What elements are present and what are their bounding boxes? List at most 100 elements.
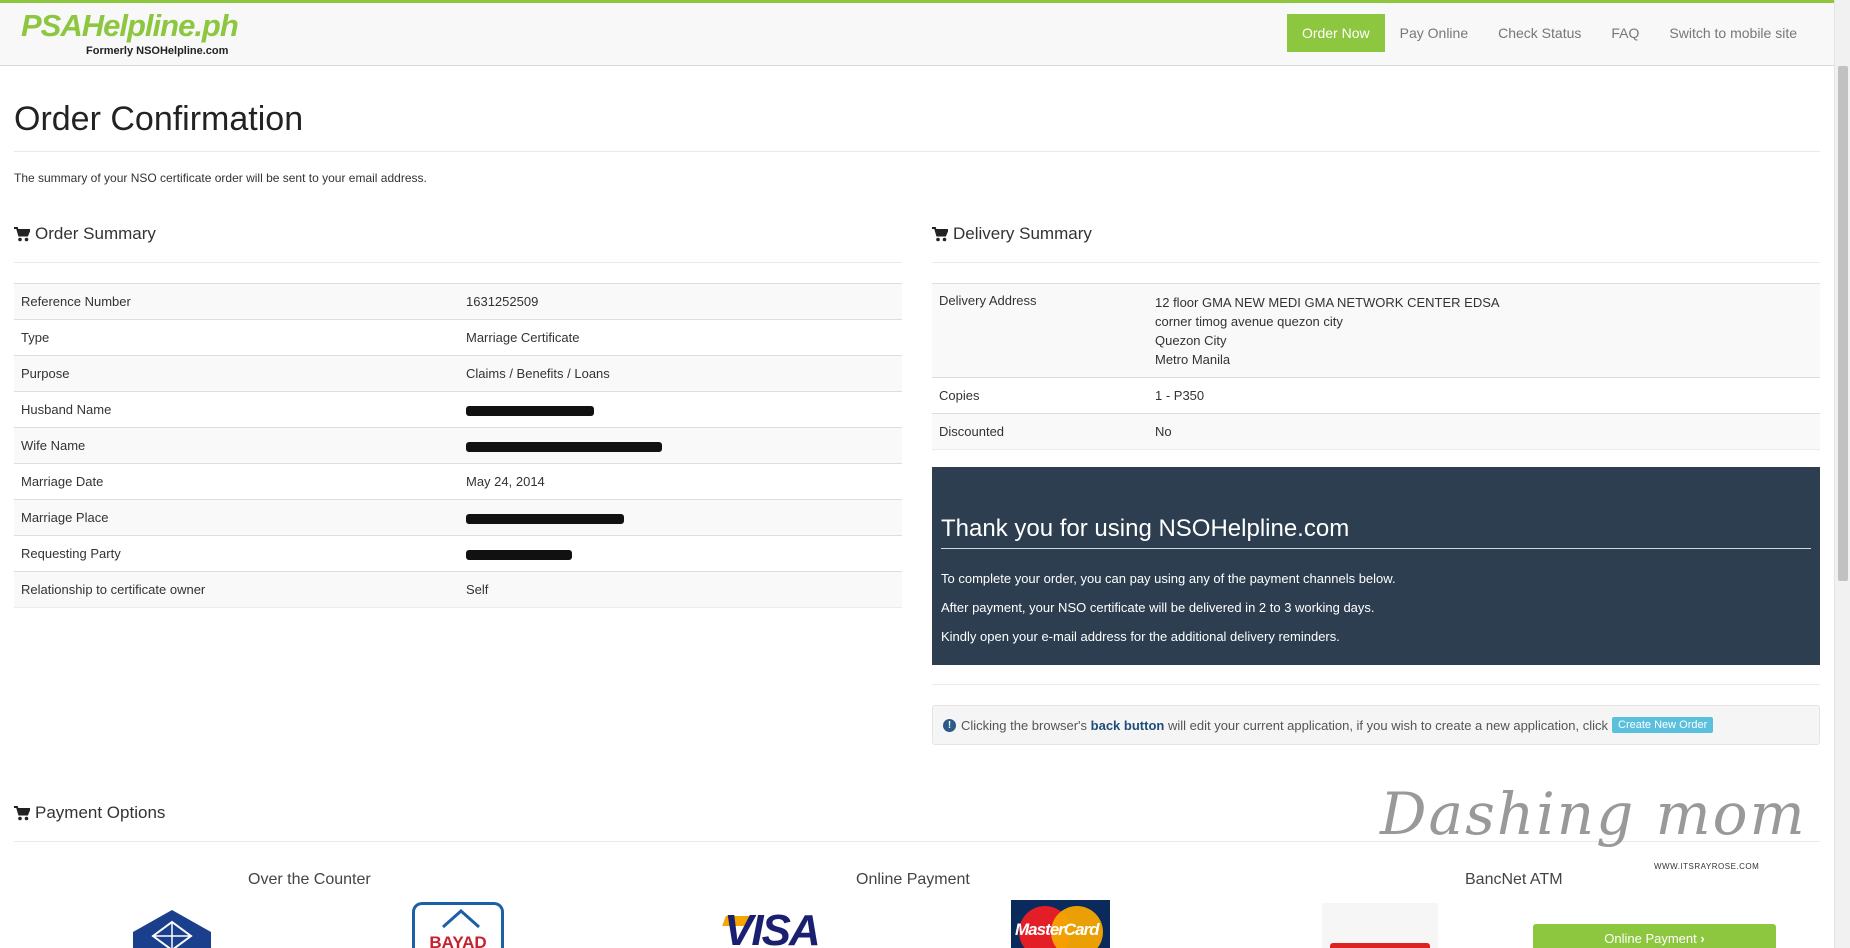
diamond-logo-icon[interactable] (133, 910, 211, 948)
online-payment-label: Online Payment (856, 871, 970, 888)
row-label: Type (14, 319, 459, 356)
top-navbar: PSAHelpline.ph Formerly NSOHelpline.com … (0, 0, 1834, 66)
redaction-bar (466, 513, 624, 524)
cart-icon (932, 226, 948, 241)
back-button-notice: ! Clicking the browser's back button wil… (932, 705, 1820, 745)
page-title: Order Confirmation (14, 100, 304, 138)
order-summary-table: Reference Number 1631252509 Type Marriag… (14, 283, 902, 608)
nav-faq[interactable]: FAQ (1596, 14, 1654, 52)
nav-switch-mobile[interactable]: Switch to mobile site (1654, 14, 1812, 52)
page-scrollbar[interactable] (1834, 0, 1850, 948)
over-the-counter-label: Over the Counter (248, 871, 371, 888)
row-label: Wife Name (14, 427, 459, 464)
row-label: Discounted (932, 413, 1148, 450)
cart-icon (14, 805, 30, 820)
redaction-bar (466, 405, 594, 416)
thank-you-panel: Thank you for using NSOHelpline.com To c… (932, 467, 1820, 665)
delivery-address: 12 floor GMA NEW MEDI GMA NETWORK CENTER… (1148, 283, 1820, 378)
create-new-order-button[interactable]: Create New Order (1612, 717, 1714, 733)
thank-you-divider (941, 548, 1811, 549)
nav-pay-online[interactable]: Pay Online (1385, 14, 1483, 52)
table-row: Marriage Place (14, 499, 902, 536)
payment-options-heading: Payment Options (14, 803, 165, 823)
row-value (459, 391, 902, 428)
intro-text: The summary of your NSO certificate orde… (14, 171, 427, 185)
notice-prefix: Clicking the browser's (961, 717, 1088, 733)
visa-logo[interactable]: VISA (724, 906, 821, 948)
row-value: Marriage Certificate (459, 319, 902, 356)
row-label: Marriage Place (14, 499, 459, 536)
delivery-summary-title: Delivery Summary (953, 224, 1092, 243)
address-line: Quezon City (1155, 333, 1227, 348)
table-row: Reference Number 1631252509 (14, 283, 902, 320)
payment-options-title: Payment Options (35, 803, 166, 822)
table-row: Copies 1 - P350 (932, 377, 1820, 414)
table-row: Purpose Claims / Benefits / Loans (14, 355, 902, 392)
notice-bold: back button (1090, 717, 1165, 733)
site-logo[interactable]: PSAHelpline.ph Formerly NSOHelpline.com (21, 9, 239, 58)
table-row: Relationship to certificate owner Self (14, 571, 902, 608)
order-summary-divider (14, 262, 902, 263)
scrollbar-thumb[interactable] (1838, 66, 1848, 581)
bancnet-logo[interactable] (1322, 903, 1438, 948)
online-payment-button-label: Online Payment (1604, 931, 1697, 946)
table-row: Requesting Party (14, 535, 902, 572)
mastercard-label: MasterCard (1015, 920, 1100, 939)
house-icon (442, 909, 480, 929)
logo-subtext: Formerly NSOHelpline.com (86, 45, 229, 57)
row-label: Relationship to certificate owner (14, 571, 459, 608)
redaction-bar (466, 441, 662, 452)
row-label: Reference Number (14, 283, 459, 320)
row-label: Purpose (14, 355, 459, 392)
row-label: Husband Name (14, 391, 459, 428)
row-value: 1631252509 (459, 283, 902, 320)
row-value: 1 - P350 (1148, 377, 1820, 414)
row-label: Marriage Date (14, 463, 459, 500)
address-line: Metro Manila (1155, 352, 1231, 367)
nav-check-status[interactable]: Check Status (1483, 14, 1596, 52)
watermark-text: Dashing mom (1380, 780, 1807, 848)
bancnet-red-mark (1330, 943, 1430, 948)
order-summary-title: Order Summary (35, 224, 156, 243)
title-divider (14, 151, 1820, 152)
row-value (459, 427, 902, 464)
redaction-bar (466, 549, 572, 560)
order-summary-heading: Order Summary (14, 224, 156, 244)
table-row: Wife Name (14, 427, 902, 464)
row-value: No (1148, 413, 1820, 450)
online-payment-button[interactable]: Online Payment › (1533, 924, 1776, 948)
row-value: Self (459, 571, 902, 608)
address-line: 12 floor GMA NEW MEDI GMA NETWORK CENTER… (1155, 295, 1500, 310)
mastercard-logo[interactable]: MasterCard (1011, 900, 1110, 948)
table-row: Marriage Date May 24, 2014 (14, 463, 902, 500)
table-row: Discounted No (932, 413, 1820, 450)
address-line: corner timog avenue quezon city (1155, 314, 1343, 329)
notice-suffix: will edit your current application, if y… (1167, 717, 1608, 733)
bancnet-atm-label: BancNet ATM (1465, 871, 1563, 888)
main-nav: Order Now Pay Online Check Status FAQ Sw… (1286, 14, 1812, 52)
row-label: Copies (932, 377, 1148, 414)
bayad-center-logo[interactable]: BAYAD (412, 902, 504, 948)
table-row: Husband Name (14, 391, 902, 428)
thank-you-line: After payment, your NSO certificate will… (941, 600, 1375, 615)
bayad-label: BAYAD (429, 933, 487, 948)
table-row: Type Marriage Certificate (14, 319, 902, 356)
chevron-right-icon: › (1700, 931, 1705, 946)
thank-you-line: To complete your order, you can pay usin… (941, 571, 1396, 586)
table-row: Delivery Address 12 floor GMA NEW MEDI G… (932, 283, 1820, 378)
section-divider (932, 684, 1820, 685)
row-value: May 24, 2014 (459, 463, 902, 500)
delivery-summary-heading: Delivery Summary (932, 224, 1092, 244)
thank-you-line: Kindly open your e-mail address for the … (941, 629, 1340, 644)
row-label: Requesting Party (14, 535, 459, 572)
row-value (459, 499, 902, 536)
row-value (459, 535, 902, 572)
row-label: Delivery Address (932, 283, 1148, 378)
nav-order-now[interactable]: Order Now (1286, 14, 1385, 52)
thank-you-title: Thank you for using NSOHelpline.com (941, 515, 1350, 542)
delivery-summary-table: Delivery Address 12 floor GMA NEW MEDI G… (932, 283, 1820, 450)
row-value: Claims / Benefits / Loans (459, 355, 902, 392)
watermark-subtext: WWW.ITSRAYROSE.COM (1654, 862, 1760, 871)
info-icon: ! (943, 718, 956, 732)
cart-icon (14, 226, 30, 241)
